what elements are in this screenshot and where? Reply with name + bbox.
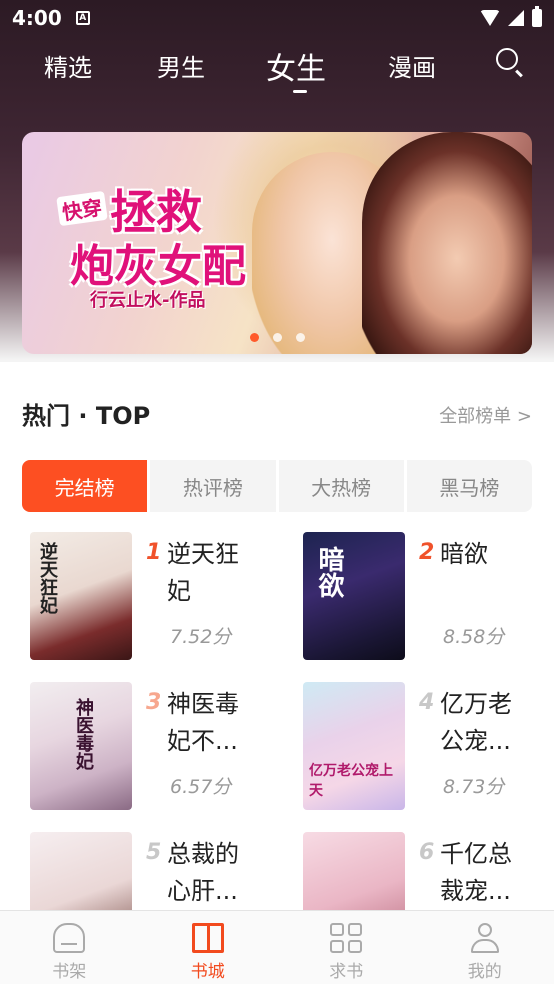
nav-label: 求书 <box>329 962 364 982</box>
book-cover: 暗欲 <box>303 532 405 660</box>
book-title: 亿万老 公宠... <box>440 690 512 755</box>
book-cover: 亿万老公宠上天 <box>303 682 405 810</box>
book-score: 8.73分 <box>443 776 505 798</box>
tab-indicator <box>293 90 307 93</box>
book-title: 总裁的 心肝... <box>167 840 239 905</box>
banner-dot[interactable] <box>249 333 259 342</box>
nav-label: 书城 <box>190 962 225 982</box>
book-title: 神医毒 妃不... <box>167 690 239 755</box>
hot-top-section: 热门 · TOP 全部榜单 > 完结榜 热评榜 大热榜 黑马榜 逆天狂妃 1 逆… <box>0 362 554 960</box>
book-title: 逆天狂 妃 <box>167 540 239 605</box>
wifi-icon <box>480 10 500 26</box>
banner-author: 行云止水-作品 <box>90 290 206 311</box>
book-title: 暗欲 <box>440 540 488 568</box>
nav-bookshelf[interactable]: 书架 <box>0 911 139 984</box>
bottom-nav: 书架 书城 求书 我的 <box>0 910 554 984</box>
top-tabs: 精选 男生 女生 漫画 <box>0 40 554 96</box>
search-icon[interactable] <box>496 48 524 78</box>
tab-female[interactable]: 女生 <box>266 44 326 88</box>
rank-number: 1 <box>146 540 162 565</box>
signal-icon <box>508 10 524 26</box>
book-item[interactable]: 神医毒妃 3 神医毒 妃不... 6.57分 <box>30 682 290 812</box>
tab-trending[interactable]: 大热榜 <box>278 460 404 512</box>
tab-dark-horse[interactable]: 黑马榜 <box>406 460 532 512</box>
tab-comics[interactable]: 漫画 <box>388 48 436 83</box>
book-cover: 神医毒妃 <box>30 682 132 810</box>
banner-dot[interactable] <box>295 333 305 342</box>
book-title: 千亿总 裁宠... <box>440 840 512 905</box>
book-score: 8.58分 <box>443 626 505 648</box>
rank-number: 6 <box>419 840 435 865</box>
banner-tag: 快穿 <box>56 190 108 227</box>
nav-profile[interactable]: 我的 <box>416 911 554 984</box>
tab-completed[interactable]: 完结榜 <box>22 460 148 512</box>
tab-male[interactable]: 男生 <box>157 48 205 83</box>
rank-number: 5 <box>146 840 162 865</box>
rank-number: 2 <box>419 540 435 565</box>
nav-label: 我的 <box>467 962 502 982</box>
bookshelf-icon <box>53 923 86 953</box>
rank-number: 3 <box>146 690 162 715</box>
book-score: 7.52分 <box>170 626 232 648</box>
banner-pagination <box>22 333 532 342</box>
user-icon <box>469 923 501 953</box>
open-book-icon <box>191 923 224 953</box>
all-rankings-link[interactable]: 全部榜单 > <box>439 402 532 428</box>
section-title: 热门 · TOP <box>22 402 151 430</box>
promo-banner[interactable]: 快穿 拯救 炮灰女配 行云止水-作品 <box>22 132 532 354</box>
status-bar: 4:00 A <box>0 0 554 36</box>
rank-tabs: 完结榜 热评榜 大热榜 黑马榜 <box>22 460 532 512</box>
grid-icon <box>330 923 363 953</box>
banner-dot[interactable] <box>272 333 282 342</box>
notification-icon: A <box>75 11 90 25</box>
rank-number: 4 <box>419 690 435 715</box>
tab-hot-comments[interactable]: 热评榜 <box>150 460 276 512</box>
nav-label: 书架 <box>52 962 87 982</box>
nav-request-book[interactable]: 求书 <box>277 911 416 984</box>
status-time: 4:00 <box>12 6 62 30</box>
book-cover: 逆天狂妃 <box>30 532 132 660</box>
book-score: 6.57分 <box>170 776 232 798</box>
nav-bookstore[interactable]: 书城 <box>139 911 278 984</box>
banner-title-line2: 炮灰女配 <box>70 241 246 292</box>
battery-icon <box>532 6 542 27</box>
book-item[interactable]: 逆天狂妃 1 逆天狂 妃 7.52分 <box>30 532 290 662</box>
tab-featured[interactable]: 精选 <box>44 48 92 83</box>
book-item[interactable]: 亿万老公宠上天 4 亿万老 公宠... 8.73分 <box>303 682 554 812</box>
book-item[interactable]: 暗欲 2 暗欲 8.58分 <box>303 532 554 662</box>
